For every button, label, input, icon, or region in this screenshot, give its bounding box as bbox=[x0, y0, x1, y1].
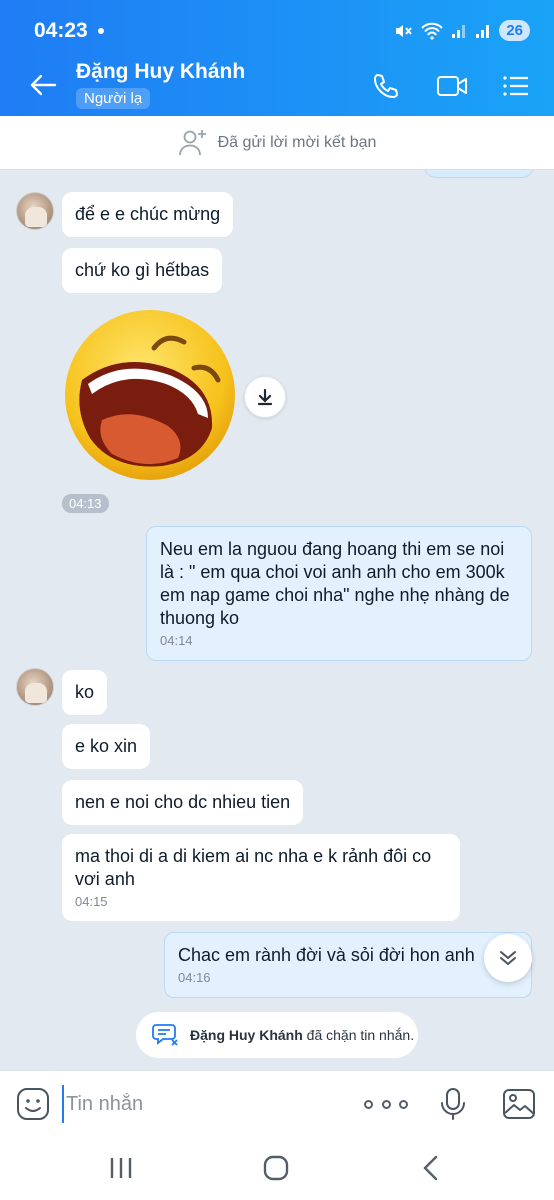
blocked-message: đã chặn tin nhắn. bbox=[302, 1027, 415, 1043]
contact-name[interactable]: Đặng Huy Khánh bbox=[76, 60, 245, 84]
recent-apps-icon[interactable] bbox=[106, 1154, 136, 1182]
message-bubble-outgoing[interactable]: Chac em rành đời và sỏi đời hon anh 04:1… bbox=[164, 932, 532, 998]
message-bubble[interactable]: chứ ko gì hếtbas bbox=[62, 248, 223, 293]
message-bubble[interactable]: nen e noi cho dc nhieu tien bbox=[62, 780, 304, 825]
avatar[interactable] bbox=[16, 668, 54, 706]
blocked-user-name: Đặng Huy Khánh bbox=[190, 1027, 303, 1043]
message-input[interactable] bbox=[62, 1085, 342, 1123]
avatar[interactable] bbox=[16, 192, 54, 230]
message-text: ma thoi di a di kiem ai nc nha e k rảnh … bbox=[75, 846, 432, 889]
message-bubble-outgoing[interactable]: Neu em la nguou đang hoang thi em se noi… bbox=[146, 526, 532, 661]
menu-button[interactable] bbox=[500, 70, 532, 102]
back-button[interactable] bbox=[26, 68, 60, 102]
system-navigation-bar bbox=[0, 1136, 554, 1200]
message-timestamp: 04:14 bbox=[160, 633, 193, 648]
blocked-message-icon bbox=[152, 1024, 178, 1046]
message-text: e ko xin bbox=[75, 736, 138, 756]
home-icon[interactable] bbox=[261, 1154, 291, 1182]
sticker-timestamp: 04:13 bbox=[62, 494, 109, 513]
status-icons: 26 bbox=[393, 20, 530, 41]
list-menu-icon bbox=[503, 76, 528, 96]
signal-icon bbox=[452, 24, 466, 38]
sticker-emoji-icon[interactable] bbox=[16, 1087, 50, 1121]
message-bubble[interactable]: ma thoi di a di kiem ai nc nha e k rảnh … bbox=[62, 834, 460, 921]
battery-indicator: 26 bbox=[499, 20, 530, 41]
double-chevron-down-icon bbox=[500, 951, 516, 965]
dot bbox=[381, 1099, 391, 1109]
video-camera-icon bbox=[437, 76, 467, 96]
message-timestamp: 04:15 bbox=[75, 894, 108, 909]
message-composer bbox=[0, 1070, 554, 1136]
friend-request-text: Đã gửi lời mời kết bạn bbox=[217, 133, 377, 151]
scroll-to-bottom-button[interactable] bbox=[484, 934, 532, 982]
status-time: 04:23 bbox=[34, 19, 88, 42]
friend-request-bar: Đã gửi lời mời kết bạn bbox=[0, 116, 554, 170]
blocked-notice-text: Đặng Huy Khánh đã chặn tin nhắn. bbox=[190, 1027, 414, 1043]
message-text: chứ ko gì hếtbas bbox=[75, 260, 210, 280]
message-text: nen e noi cho dc nhieu tien bbox=[75, 792, 291, 812]
message-text: để e e chúc mừng bbox=[75, 204, 221, 224]
stranger-badge: Người lạ bbox=[76, 88, 151, 109]
add-friend-icon bbox=[178, 129, 206, 155]
notification-dot bbox=[98, 28, 104, 34]
message-bubble[interactable]: e ko xin bbox=[62, 724, 151, 769]
video-call-button[interactable] bbox=[434, 70, 470, 102]
image-gallery-icon[interactable] bbox=[502, 1088, 536, 1120]
blocked-notice: Đặng Huy Khánh đã chặn tin nhắn. bbox=[136, 1012, 418, 1058]
signal-icon-2 bbox=[476, 24, 490, 38]
laughing-face-sticker[interactable] bbox=[62, 310, 238, 480]
chat-header: 04:23 26 Đặng Huy Khánh Người lạ bbox=[0, 0, 554, 116]
mute-icon bbox=[396, 24, 413, 37]
message-bubble[interactable]: ko bbox=[62, 670, 108, 715]
message-timestamp: 04:16 bbox=[178, 970, 211, 985]
status-bar: 04:23 26 bbox=[0, 0, 554, 62]
message-bubble[interactable]: để e e chúc mừng bbox=[62, 192, 234, 237]
message-text: Neu em la nguou đang hoang thi em se noi… bbox=[160, 539, 510, 628]
dot bbox=[364, 1099, 373, 1109]
download-button[interactable] bbox=[244, 376, 286, 418]
wifi-icon bbox=[421, 22, 444, 40]
nav-row: Đặng Huy Khánh Người lạ bbox=[0, 58, 554, 114]
back-nav-icon[interactable] bbox=[416, 1154, 446, 1182]
microphone-icon[interactable] bbox=[438, 1087, 468, 1121]
arrow-left-icon bbox=[30, 74, 57, 96]
message-text: Chac em rành đời và sỏi đời hon anh bbox=[178, 945, 475, 965]
phone-icon bbox=[374, 74, 398, 98]
chat-area[interactable]: để e e chúc mừng chứ ko gì hếtbas 04:13 … bbox=[0, 170, 554, 1070]
previous-message-bubble[interactable] bbox=[424, 170, 534, 178]
voice-call-button[interactable] bbox=[370, 70, 402, 102]
more-options-button[interactable] bbox=[364, 1091, 408, 1117]
download-icon bbox=[257, 388, 273, 406]
dot bbox=[399, 1099, 408, 1109]
message-text: ko bbox=[75, 682, 95, 702]
